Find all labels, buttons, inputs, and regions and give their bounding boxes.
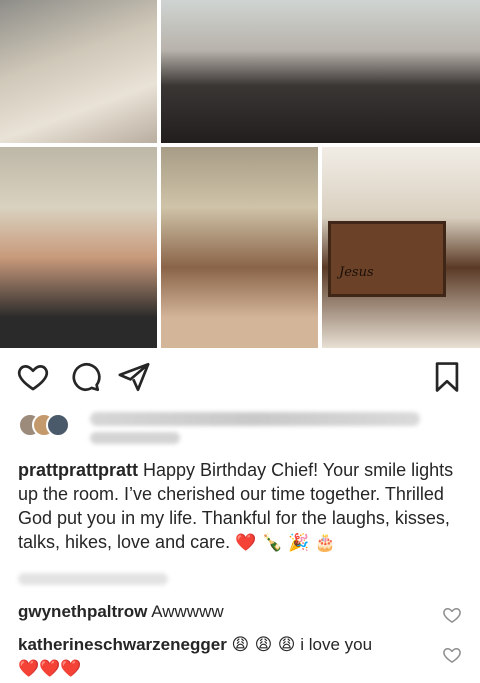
collage-photo-5: Jesus	[322, 147, 480, 348]
avatar	[46, 413, 70, 437]
comment-icon	[72, 363, 101, 392]
collage-photo-3	[0, 147, 157, 348]
post-actions	[0, 356, 480, 400]
liker-avatars	[18, 413, 78, 437]
likes-text-blurred	[90, 412, 420, 426]
like-button[interactable]	[16, 360, 50, 394]
heart-icon	[17, 365, 49, 391]
comment-text: i love you	[300, 635, 373, 654]
comment: katherineschwarzenegger 😩 😩 😩 i love you…	[18, 633, 438, 681]
wooden-sign: Jesus	[328, 221, 446, 297]
share-button[interactable]	[117, 360, 151, 394]
comment-emojis: 😩 😩 😩	[231, 635, 296, 655]
comment-username[interactable]: gwynethpaltrow	[18, 602, 147, 621]
comment-like-button[interactable]	[442, 645, 462, 665]
comment-text: Awwwww	[151, 602, 224, 621]
likes-text-blurred	[90, 432, 180, 444]
heart-icon	[443, 608, 461, 623]
photo-collage[interactable]: Jesus	[0, 0, 480, 348]
collage-photo-4	[161, 147, 318, 348]
comment-button[interactable]	[68, 360, 102, 394]
heart-icon	[443, 648, 461, 663]
post-caption: prattprattpratt Happy Birthday Chief! Yo…	[18, 458, 470, 555]
view-all-comments-blurred[interactable]	[18, 573, 168, 585]
comment-username[interactable]: katherineschwarzenegger	[18, 635, 227, 654]
bookmark-icon	[435, 362, 459, 392]
likes-row[interactable]	[18, 410, 468, 446]
collage-photo-1	[0, 0, 157, 143]
collage-photo-2	[161, 0, 480, 143]
caption-username[interactable]: prattprattpratt	[18, 460, 138, 480]
comment-like-button[interactable]	[442, 605, 462, 625]
sign-text: Jesus	[339, 265, 374, 280]
caption-emojis: ❤️ 🍾 🎉 🎂	[235, 533, 337, 553]
save-button[interactable]	[430, 360, 464, 394]
comment-emojis: ❤️❤️❤️	[18, 659, 82, 679]
comment: gwynethpaltrow Awwwww	[18, 600, 438, 623]
send-icon	[118, 362, 150, 392]
